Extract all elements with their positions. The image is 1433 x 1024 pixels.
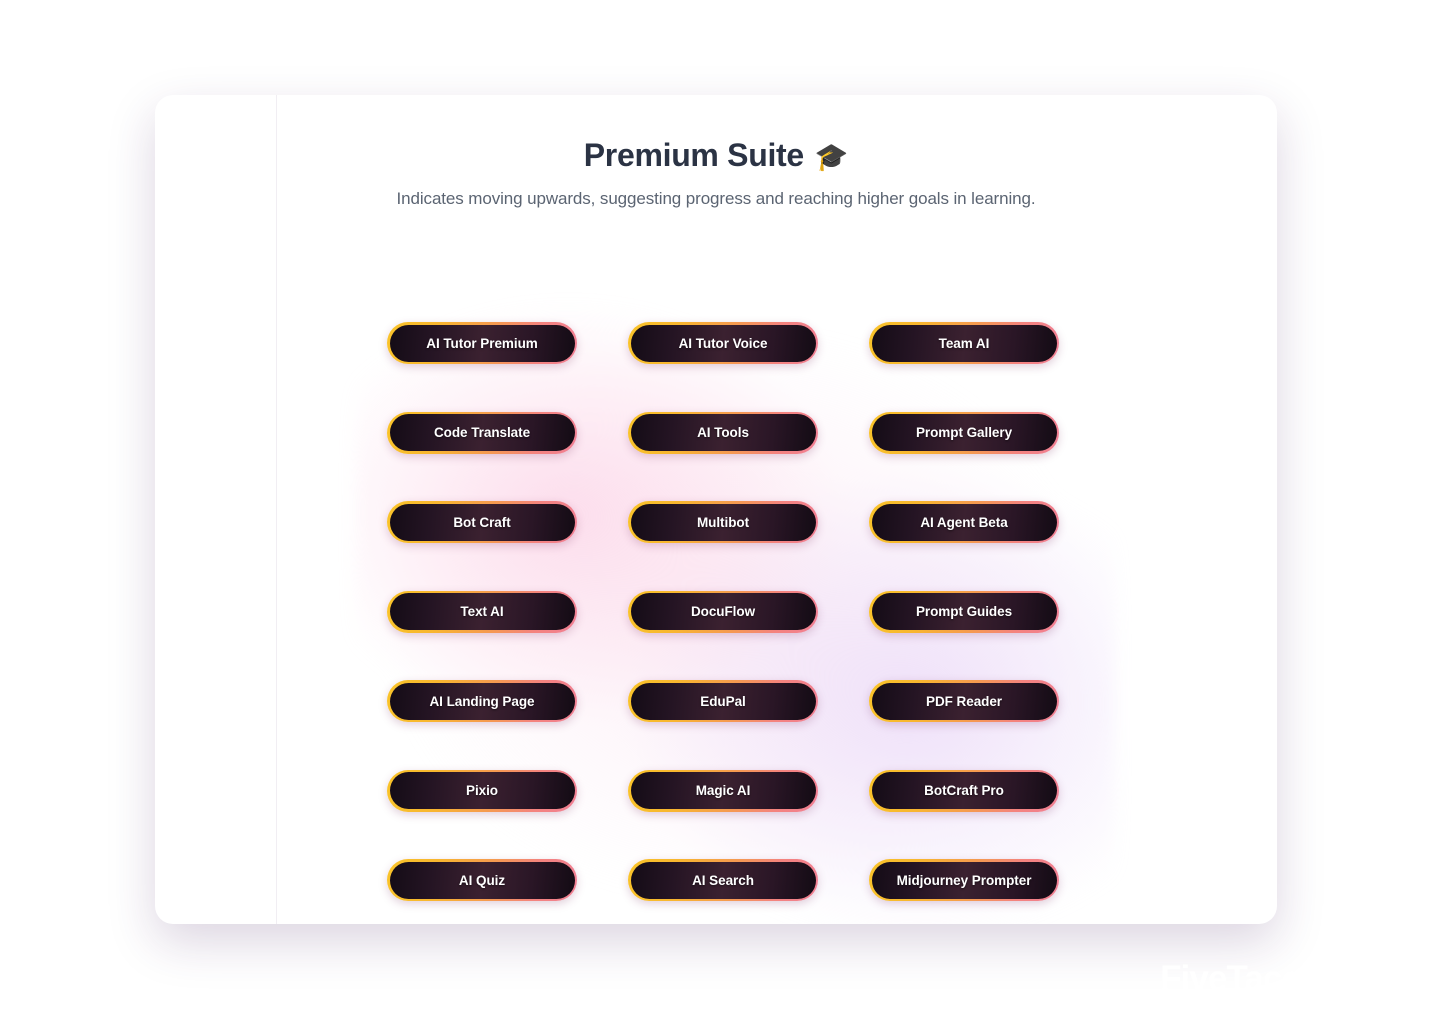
tool-button[interactable]: AI Tutor Premium <box>387 322 577 364</box>
tool-button-label: Midjourney Prompter <box>896 872 1032 888</box>
tool-button-label: Pixio <box>465 783 498 798</box>
tool-button-surface: Code Translate <box>389 414 575 451</box>
tool-button[interactable]: Midjourney Prompter <box>869 859 1059 901</box>
tool-button-label: PDF Reader <box>925 693 1003 709</box>
premium-suite-card: Premium Suite 🎓 Indicates moving upwards… <box>155 95 1277 924</box>
graduation-cap-icon: 🎓 <box>814 141 849 172</box>
tool-button[interactable]: Multibot <box>628 501 818 543</box>
tool-button[interactable]: Bot Craft <box>387 501 577 543</box>
tool-button-surface: Prompt Guides <box>871 593 1057 630</box>
tool-button-surface: Prompt Gallery <box>871 414 1057 451</box>
tool-button-label: Prompt Gallery <box>915 425 1013 440</box>
tool-button-surface: DocuFlow <box>630 593 816 630</box>
tool-button-surface: Team AI <box>871 324 1057 362</box>
tool-button-label: AI Tutor Voice <box>678 335 768 351</box>
card-header: Premium Suite 🎓 Indicates moving upwards… <box>155 95 1277 209</box>
tool-button-label: AI Tools <box>697 425 749 440</box>
tool-button-surface: AI Tools <box>630 414 816 451</box>
page-title-text: Premium Suite <box>583 137 804 173</box>
tool-button-label: Prompt Guides <box>915 604 1013 619</box>
tool-button-surface: Multibot <box>630 503 816 541</box>
tool-button-label: Multibot <box>696 514 750 530</box>
tool-button-label: Text AI <box>460 604 504 619</box>
tool-button-label: AI Agent Beta <box>920 514 1008 530</box>
tool-button-label: Magic AI <box>695 783 751 798</box>
tool-button[interactable]: Magic AI <box>628 769 818 812</box>
tool-button-surface: AI Quiz <box>389 861 575 899</box>
tool-button-label: AI Search <box>692 872 754 888</box>
tool-button[interactable]: AI Landing Page <box>387 680 577 722</box>
tool-button-label: BotCraft Pro <box>924 783 1004 798</box>
tool-button-label: DocuFlow <box>690 604 756 619</box>
tool-button-surface: Magic AI <box>630 772 816 809</box>
tool-button[interactable]: AI Search <box>628 859 818 901</box>
page-subtitle: Indicates moving upwards, suggesting pro… <box>396 189 1036 209</box>
tool-button-label: Bot Craft <box>453 514 511 530</box>
tool-button-grid: AI Tutor Premium AI Tutor Voice Team AI Cod… <box>387 322 1059 901</box>
tool-button-label: AI Quiz <box>458 872 506 888</box>
tool-button[interactable]: AI Agent Beta <box>869 501 1059 543</box>
page-title: Premium Suite 🎓 <box>155 136 1277 174</box>
tool-button-surface: PDF Reader <box>871 682 1057 720</box>
tool-button-label: AI Landing Page <box>429 693 535 709</box>
tool-button-surface: Pixio <box>389 772 575 809</box>
tool-button-surface: AI Agent Beta <box>871 503 1057 541</box>
tool-button[interactable]: AI Quiz <box>387 859 577 901</box>
tool-button[interactable]: EduPal <box>628 680 818 722</box>
tool-button-surface: EduPal <box>630 682 816 720</box>
tool-button-surface: AI Tutor Voice <box>630 324 816 362</box>
tool-button[interactable]: Team AI <box>869 322 1059 364</box>
tool-button[interactable]: Prompt Guides <box>869 590 1059 633</box>
tool-button-label: EduPal <box>700 693 746 709</box>
brand-logo: FiveTaco <box>1160 959 1303 998</box>
card-divider-rule <box>276 95 277 924</box>
tool-button[interactable]: PDF Reader <box>869 680 1059 722</box>
tool-button-surface: AI Tutor Premium <box>389 324 575 362</box>
tool-button-surface: Bot Craft <box>389 503 575 541</box>
tool-button-label: Code Translate <box>433 425 531 440</box>
tool-button-surface: Midjourney Prompter <box>871 861 1057 899</box>
tool-button-surface: BotCraft Pro <box>871 772 1057 809</box>
tool-button-label: AI Tutor Premium <box>426 335 538 351</box>
tool-button-label: Team AI <box>938 335 990 351</box>
tool-button[interactable]: BotCraft Pro <box>869 769 1059 812</box>
tool-button-surface: Text AI <box>389 593 575 630</box>
tool-button-surface: AI Landing Page <box>389 682 575 720</box>
tool-button[interactable]: Pixio <box>387 769 577 812</box>
tool-button[interactable]: AI Tutor Voice <box>628 322 818 364</box>
tool-button[interactable]: DocuFlow <box>628 590 818 633</box>
tool-button-surface: AI Search <box>630 861 816 899</box>
tool-button[interactable]: Code Translate <box>387 411 577 454</box>
tool-button[interactable]: Prompt Gallery <box>869 411 1059 454</box>
tool-button[interactable]: Text AI <box>387 590 577 633</box>
tool-button[interactable]: AI Tools <box>628 411 818 454</box>
